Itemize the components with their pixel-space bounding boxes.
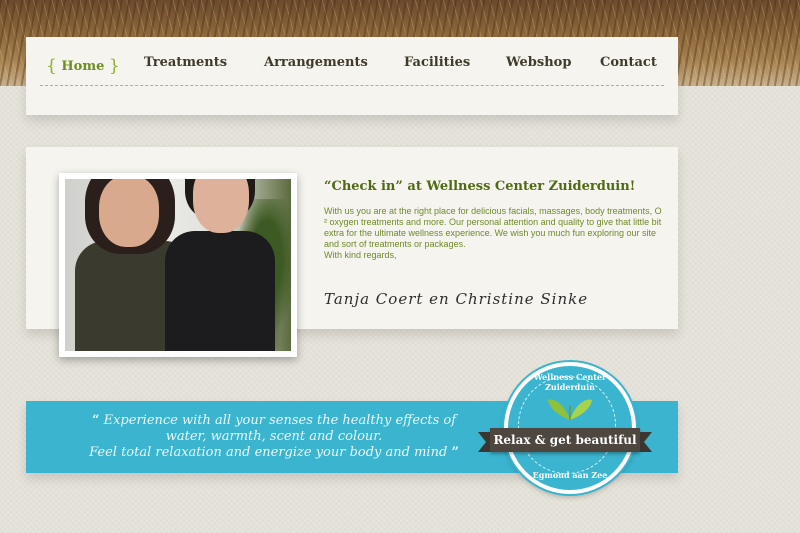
tagline-line-3: Feel total relaxation and energize your …: [74, 445, 474, 461]
badge-bottom-text: Egmond aan Zee: [532, 470, 608, 480]
person-left-face: [99, 179, 159, 247]
nav-item-home-label: Home: [61, 59, 105, 74]
close-quote-mark: ”: [451, 445, 459, 460]
leaf-icon: [548, 399, 592, 420]
nav-item-home[interactable]: { Home }: [46, 55, 120, 76]
tagline-quote: “ Experience with all your senses the he…: [74, 413, 474, 461]
main-nav: { Home } Treatments Arrangements Facilit…: [40, 55, 664, 86]
tagline-line-3-text: Feel total relaxation and energize your …: [89, 445, 448, 460]
nav-item-arrangements[interactable]: Arrangements: [264, 55, 368, 70]
intro-closing: With kind regards,: [324, 250, 397, 260]
badge-top-text: Wellness Center Zuiderduin: [533, 372, 607, 392]
nav-item-webshop[interactable]: Webshop: [506, 55, 571, 70]
person-right-body: [165, 231, 275, 351]
nav-item-contact[interactable]: Contact: [600, 55, 657, 70]
nav-item-facilities[interactable]: Facilities: [404, 55, 470, 70]
navigation-panel: { Home } Treatments Arrangements Facilit…: [26, 37, 678, 115]
owners-signature: Tanja Coert en Christine Sinke: [324, 290, 589, 308]
nav-item-treatments[interactable]: Treatments: [144, 55, 227, 70]
brace-open: {: [46, 56, 57, 76]
owners-photo: [59, 173, 297, 357]
tagline-line-1-text: Experience with all your senses the heal…: [103, 413, 457, 428]
intro-text: With us you are at the right place for d…: [324, 206, 664, 261]
intro-title: “Check in” at Wellness Center Zuiderduin…: [324, 179, 636, 194]
owners-photo-image: [65, 179, 291, 351]
tagline-line-1: “ Experience with all your senses the he…: [74, 413, 474, 429]
intro-paragraph: With us you are at the right place for d…: [324, 206, 662, 249]
open-quote-mark: “: [91, 413, 100, 428]
brace-close: }: [108, 56, 120, 76]
badge-ribbon: Relax & get beautiful: [478, 428, 652, 452]
tagline-line-2: water, warmth, scent and colour.: [165, 429, 383, 444]
